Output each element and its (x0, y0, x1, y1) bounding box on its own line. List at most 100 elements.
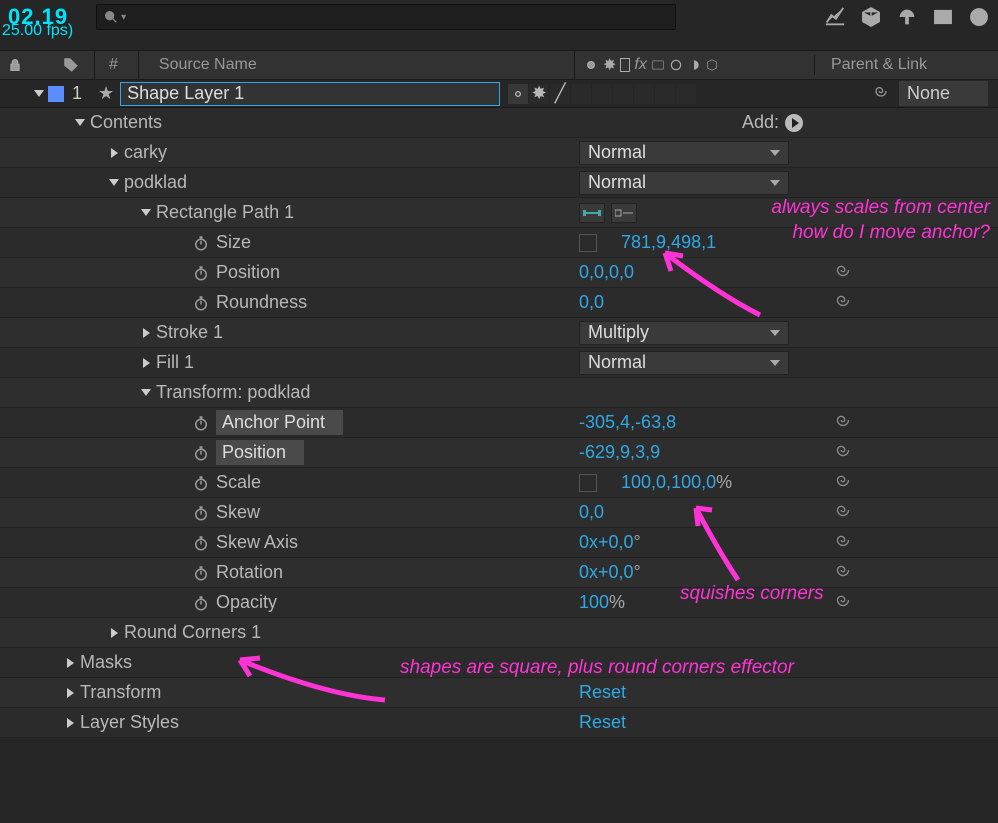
position-y[interactable]: 0,0 (609, 262, 634, 283)
cube-icon[interactable] (860, 6, 882, 28)
scale-y[interactable]: 100,0 (671, 472, 716, 493)
group-transform[interactable]: Transform: podklad (156, 382, 310, 403)
link-icon[interactable] (579, 234, 597, 252)
pickwhip-icon[interactable] (832, 439, 854, 466)
pickwhip-icon[interactable] (832, 529, 854, 556)
prop-skew[interactable]: Skew (216, 502, 260, 523)
pickwhip-icon[interactable] (832, 259, 854, 286)
chevron-down-icon[interactable] (104, 179, 124, 186)
size-value-y[interactable]: 498,1 (671, 232, 716, 253)
search-input[interactable]: ▾ (96, 4, 676, 30)
layer-row[interactable]: 1 ★ Shape Layer 1 ✸ ╱ None (0, 80, 998, 108)
prop-scale[interactable]: Scale (216, 472, 261, 493)
prop-skew-axis[interactable]: Skew Axis (216, 532, 298, 553)
scale-x[interactable]: 100,0 (621, 472, 666, 493)
stopwatch-icon[interactable] (190, 442, 212, 464)
position2-x[interactable]: -629,9 (579, 442, 630, 463)
link-icon[interactable] (579, 474, 597, 492)
graph-icon[interactable] (824, 6, 846, 28)
reset-link[interactable]: Reset (579, 712, 626, 733)
blend-dropdown[interactable]: Multiply (579, 321, 789, 345)
switch-vis[interactable] (508, 84, 528, 104)
tag-icon[interactable] (62, 56, 80, 74)
stopwatch-icon[interactable] (190, 412, 212, 434)
prop-position2[interactable]: Position (216, 440, 304, 465)
pickwhip-icon[interactable] (832, 559, 854, 586)
chevron-down-icon[interactable] (30, 90, 48, 97)
prop-size[interactable]: Size (216, 232, 251, 253)
chevron-right-icon[interactable] (136, 328, 156, 338)
stopwatch-icon[interactable] (190, 262, 212, 284)
group-transform2[interactable]: Transform (80, 682, 161, 703)
reset-link[interactable]: Reset (579, 682, 626, 703)
chevron-down-icon[interactable] (136, 209, 156, 216)
vis-icon[interactable] (583, 57, 599, 73)
group-masks[interactable]: Masks (80, 652, 132, 673)
layer-color-swatch[interactable] (48, 86, 64, 102)
layer-name-input[interactable]: Shape Layer 1 (120, 82, 500, 106)
path-mode-1[interactable] (579, 203, 605, 223)
group-stroke[interactable]: Stroke 1 (156, 322, 223, 343)
rectangle-path[interactable]: Rectangle Path 1 (156, 202, 294, 223)
group-round-corners[interactable]: Round Corners 1 (124, 622, 261, 643)
path-mode-2[interactable] (611, 203, 637, 223)
group-podklad[interactable]: podklad (124, 172, 187, 193)
globe-icon[interactable] (968, 6, 990, 28)
position-x[interactable]: 0,0 (579, 262, 604, 283)
prop-rotation[interactable]: Rotation (216, 562, 283, 583)
parent-dropdown[interactable]: None (899, 81, 988, 106)
stopwatch-icon[interactable] (190, 472, 212, 494)
hash-header: # (109, 56, 118, 74)
chevron-down-icon[interactable] (70, 119, 90, 126)
pickwhip-icon[interactable] (871, 81, 891, 106)
stopwatch-icon[interactable] (190, 232, 212, 254)
chevron-right-icon[interactable] (136, 358, 156, 368)
pickwhip-icon[interactable] (832, 469, 854, 496)
pickwhip-icon[interactable] (832, 499, 854, 526)
source-name-header[interactable]: Source Name (159, 56, 257, 74)
blend-dropdown[interactable]: Normal (579, 351, 789, 375)
chevron-right-icon[interactable] (104, 628, 124, 638)
prop-roundness[interactable]: Roundness (216, 292, 307, 313)
anchor-x[interactable]: -305,4 (579, 412, 630, 433)
chevron-down-icon[interactable] (136, 389, 156, 396)
parent-link-header[interactable]: Parent & Link (831, 56, 927, 73)
rotation-value[interactable]: 0x+0,0 (579, 562, 634, 583)
stopwatch-icon[interactable] (190, 592, 212, 614)
skew-axis-value[interactable]: 0x+0,0 (579, 532, 634, 553)
properties-tree: Contents Add: carky Normal podklad Normal R… (0, 108, 998, 738)
pickwhip-icon[interactable] (832, 289, 854, 316)
add-menu[interactable]: Add: (742, 112, 803, 133)
stopwatch-icon[interactable] (190, 502, 212, 524)
prop-opacity[interactable]: Opacity (216, 592, 277, 613)
pickwhip-icon[interactable] (832, 589, 854, 616)
switch-lock[interactable]: ╱ (550, 84, 570, 104)
pickwhip-icon[interactable] (832, 409, 854, 436)
contents-group[interactable]: Contents (90, 112, 162, 133)
chevron-right-icon[interactable] (104, 148, 124, 158)
anchor-y[interactable]: -63,8 (635, 412, 676, 433)
size-value-x[interactable]: 781,9 (621, 232, 666, 253)
group-carky[interactable]: carky (124, 142, 167, 163)
stopwatch-icon[interactable] (190, 532, 212, 554)
stopwatch-icon[interactable] (190, 292, 212, 314)
opacity-value[interactable]: 100 (579, 592, 609, 613)
chevron-right-icon[interactable] (60, 718, 80, 728)
prop-anchor-point[interactable]: Anchor Point (216, 410, 343, 435)
skew-value[interactable]: 0,0 (579, 502, 604, 523)
blend-dropdown[interactable]: Normal (579, 141, 789, 165)
stopwatch-icon[interactable] (190, 562, 212, 584)
lock-icon[interactable] (6, 57, 24, 73)
group-layer-styles[interactable]: Layer Styles (80, 712, 179, 733)
switch-solo[interactable]: ✸ (529, 84, 549, 104)
prop-position[interactable]: Position (216, 262, 280, 283)
filmstrip-icon[interactable] (932, 6, 954, 28)
star-icon[interactable]: ★ (98, 83, 114, 104)
position2-y[interactable]: 3,9 (635, 442, 660, 463)
mushroom-icon[interactable] (896, 6, 918, 28)
group-fill[interactable]: Fill 1 (156, 352, 194, 373)
blend-dropdown[interactable]: Normal (579, 171, 789, 195)
chevron-right-icon[interactable] (60, 688, 80, 698)
roundness-value[interactable]: 0,0 (579, 292, 604, 313)
chevron-right-icon[interactable] (60, 658, 80, 668)
